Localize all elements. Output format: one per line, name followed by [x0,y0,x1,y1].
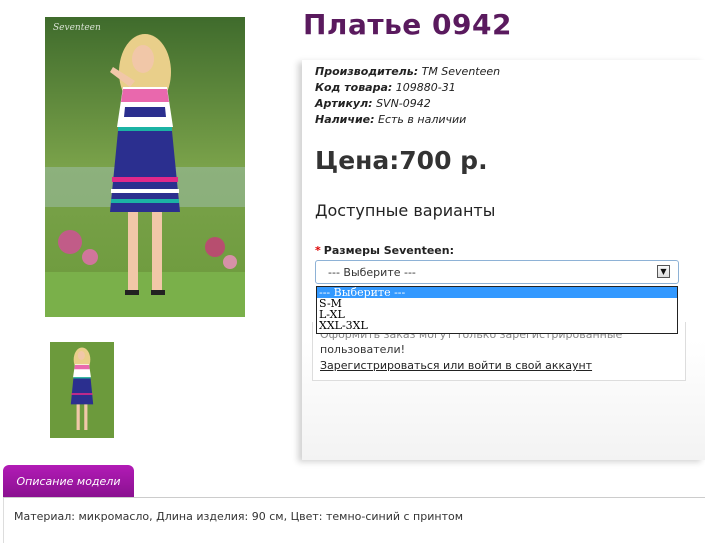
description-text: Материал: микромасло, Длина изделия: 90 … [14,510,464,523]
manufacturer-value[interactable]: TM Seventeen [422,65,501,78]
availability-line: Наличие: Есть в наличии [315,113,466,126]
product-title: Платье 0942 [303,8,512,41]
size-option[interactable]: --- Выберите --- [317,287,677,298]
options-heading: Доступные варианты [315,201,496,220]
size-select[interactable]: --- Выберите --- ▼ [315,260,679,284]
login-notice: пользователи! [320,343,406,356]
availability-label: Наличие: [315,113,375,126]
tab-description[interactable]: Описание модели [3,465,134,497]
chevron-down-icon[interactable]: ▼ [657,265,670,278]
availability-value: Есть в наличии [378,113,467,126]
product-main-image[interactable]: Seventeen [45,17,245,317]
product-code-line: Код товара: 109880-31 [315,81,456,94]
size-option[interactable]: XXL-3XL [317,320,677,331]
price: Цена:700 р. [315,146,488,175]
required-mark: * [315,244,321,257]
size-dropdown-list: --- Выберите --- S-M L-XL XXL-3XL [316,286,678,334]
product-thumbnail[interactable] [50,342,114,438]
product-code-value: 109880-31 [395,81,456,94]
manufacturer-label: Производитель: [315,65,419,78]
article-label: Артикул: [315,97,373,110]
manufacturer-line: Производитель: TM Seventeen [315,65,500,78]
size-label: * Размеры Seventeen: [315,244,454,257]
thumbnail-photo [50,342,114,438]
watermark: Seventeen [53,23,101,33]
register-login-link[interactable]: Зарегистрироваться или войти в свой акка… [320,359,592,372]
article-value: SVN-0942 [376,97,431,110]
size-label-text: Размеры Seventeen: [323,244,454,257]
size-option[interactable]: L-XL [317,309,677,320]
product-photo [45,17,245,317]
article-line: Артикул: SVN-0942 [315,97,431,110]
product-code-label: Код товара: [315,81,393,94]
description-box: Материал: микромасло, Длина изделия: 90 … [3,498,705,543]
size-select-value: --- Выберите --- [328,266,416,279]
product-info-panel: Производитель: TM Seventeen Код товара: … [302,60,705,460]
size-option[interactable]: S-M [317,298,677,309]
